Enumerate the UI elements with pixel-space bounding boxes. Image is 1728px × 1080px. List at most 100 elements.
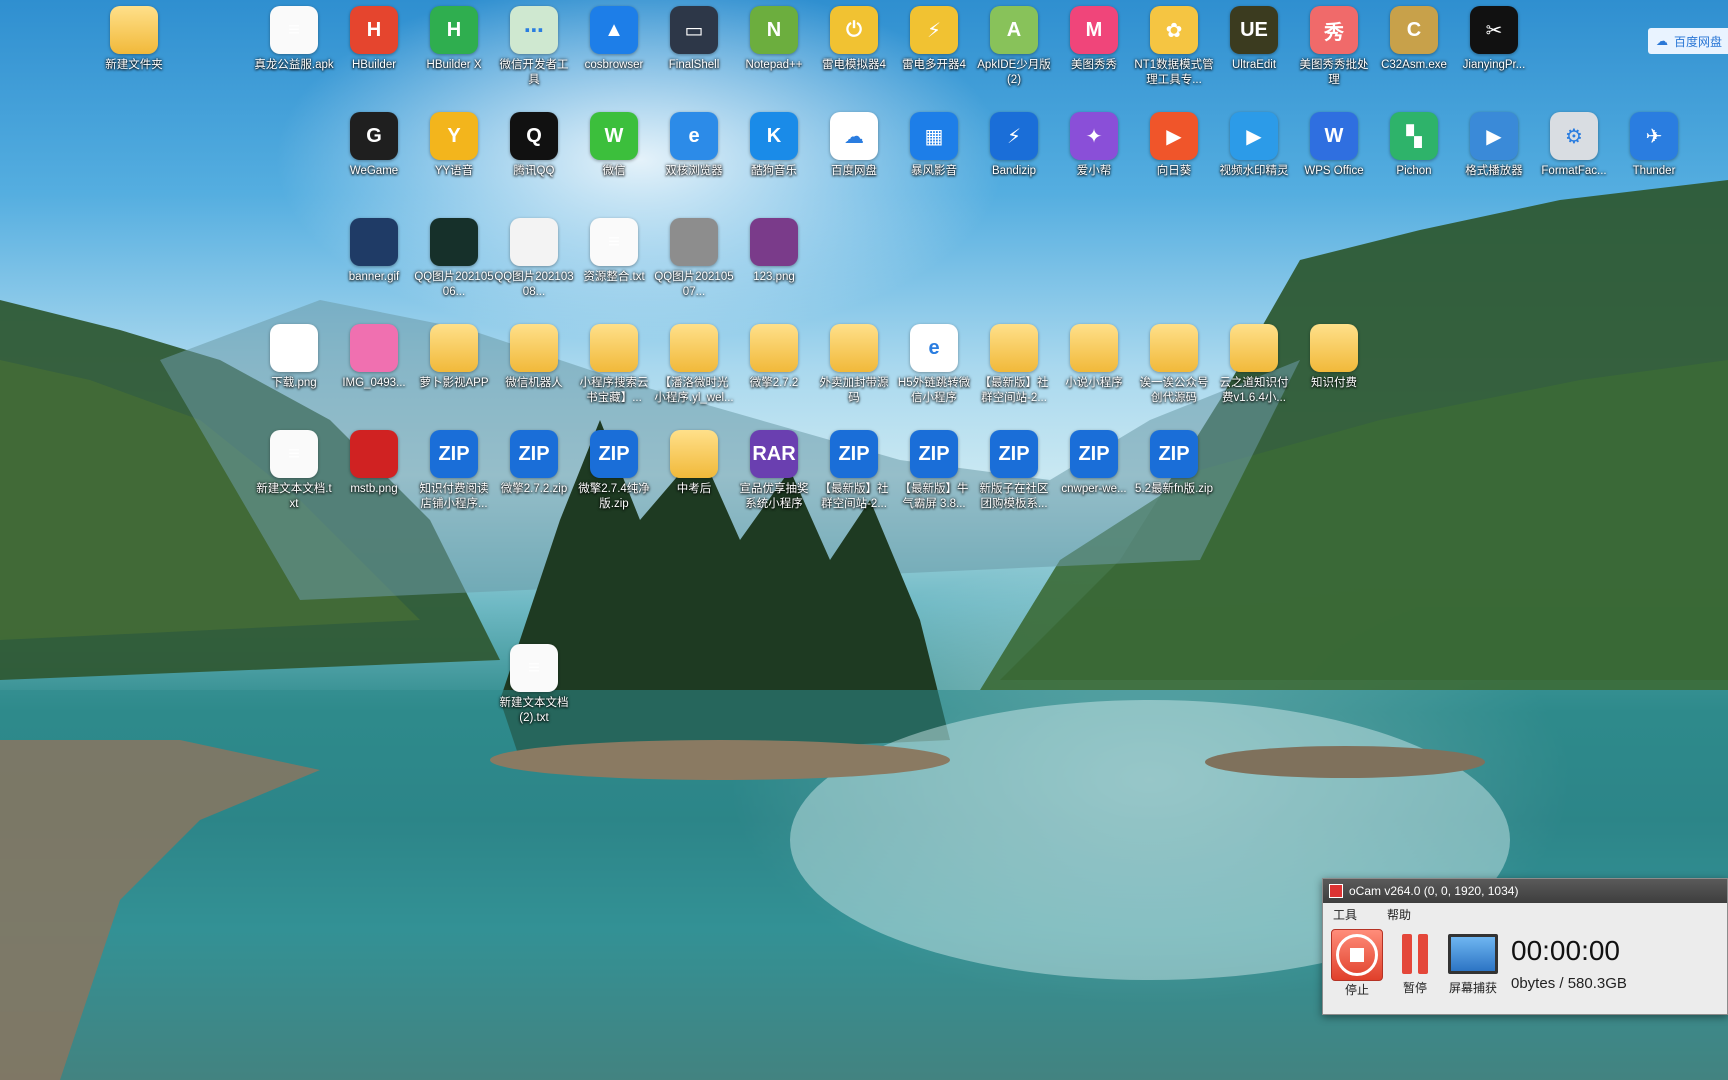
desktop-icon[interactable]: H HBuilder X [414,6,494,73]
desktop-icon[interactable]: K 酷狗音乐 [734,112,814,179]
desktop-icon[interactable]: ▲ cosbrowser [574,6,654,73]
screen-capture-button[interactable]: 屏幕捕获 [1445,929,1501,996]
desktop-icon[interactable]: ▦ 暴风影音 [894,112,974,179]
desktop-icon[interactable]: 下载.png [254,324,334,391]
desktop-icon[interactable]: 微擎2.7.2 [734,324,814,391]
desktop-icon[interactable]: e H5外链跳转微信小程序 [894,324,974,406]
desktop-icon[interactable]: ZIP 新版子在社区团购模板系... [974,430,1054,512]
desktop-icon[interactable]: UE UltraEdit [1214,6,1294,73]
desktop-icon[interactable]: ▶ 格式播放器 [1454,112,1534,179]
desktop-icon[interactable]: 【潘洛微时光小程序.yl_wel... [654,324,734,406]
desktop-icon-label: 资源整合.txt [583,271,645,283]
desktop-icon[interactable]: ⏻ 雷电模拟器4 [814,6,894,73]
desktop-icon[interactable]: 外卖加封带源码 [814,324,894,406]
desktop-icon[interactable]: ≡ 新建文本文档.txt [254,430,334,512]
screen-capture-label: 屏幕捕获 [1448,981,1497,995]
desktop-icon[interactable]: G WeGame [334,112,414,179]
desktop-icon[interactable]: 秀美图秀秀批处理 [1294,6,1374,88]
desktop-icon[interactable]: N Notepad++ [734,6,814,73]
desktop-icon[interactable]: ZIP 【最新版】牛气霸屏 3.8... [894,430,974,512]
folder-icon [990,324,1038,372]
desktop-icon[interactable]: 中考后 [654,430,734,497]
desktop-icon-label: 爱小帮 [1076,165,1112,177]
desktop-icon[interactable]: Q 腾讯QQ [494,112,574,179]
desktop-icon[interactable]: A ApkIDE少月版 (2) [974,6,1054,88]
folder-icon [510,324,558,372]
desktop-icon-label: banner.gif [348,271,400,283]
desktop-icon[interactable]: RAR 宣品优享抽奖系统小程序 [734,430,814,512]
desktop-icon[interactable]: ZIP 【最新版】社群空间站-2... [814,430,894,512]
desktop-icon[interactable]: 【最新版】社群空间站-2... [974,324,1054,406]
desktop-icon-label: 新建文本文档.txt [256,483,332,510]
wegame-icon: G [350,112,398,160]
desktop-icon-label: ApkIDE少月版 (2) [977,59,1051,86]
desktop-icon-label: 萝卜影视APP [419,377,489,389]
desktop-icon[interactable]: 诶一诶公众号创代源码 [1134,324,1214,406]
desktop-icon[interactable]: 小说小程序 [1054,324,1134,391]
image-file-icon [350,430,398,478]
zip-file-icon: ZIP [430,430,478,478]
desktop-icon[interactable]: QQ图片20210507... [654,218,734,300]
desktop-icon[interactable]: ⚡ 雷电多开器4 [894,6,974,73]
desktop-icon[interactable]: banner.gif [334,218,414,285]
ocam-titlebar[interactable]: oCam v264.0 (0, 0, 1920, 1034) [1323,879,1727,903]
desktop-icon[interactable]: 微信机器人 [494,324,574,391]
desktop-icon[interactable]: ZIP 微擎2.7.2.zip [494,430,574,497]
desktop-icon[interactable]: ✿ NT1数据模式管理工具专... [1134,6,1214,88]
sunlogin-icon: ▶ [1150,112,1198,160]
desktop-icon[interactable]: ☁ 百度网盘 [814,112,894,179]
stop-button[interactable]: 停止 [1329,929,1385,998]
desktop-icon[interactable]: 云之道知识付费v1.6.4小... [1214,324,1294,406]
desktop-icon[interactable]: W WPS Office [1294,112,1374,179]
desktop-icon[interactable]: e 双核浏览器 [654,112,734,179]
desktop-icon[interactable]: ▚ Pichon [1374,112,1454,179]
desktop-icon[interactable]: ≡ 资源整合.txt [574,218,654,285]
ultraedit-icon: UE [1230,6,1278,54]
desktop-icon[interactable]: 123.png [734,218,814,285]
desktop-icon-label: QQ图片20210308... [494,271,574,298]
desktop-icon[interactable]: 萝卜影视APP [414,324,494,391]
desktop-icon[interactable]: ZIP 微擎2.7.4纯净版.zip [574,430,654,512]
desktop-icon-label: 真龙公益服.apk [254,59,334,71]
desktop-icon[interactable]: 新建文件夹 [94,6,174,73]
ocam-window[interactable]: oCam v264.0 (0, 0, 1920, 1034) 工具 帮助 停止 … [1322,878,1728,1015]
desktop-icon[interactable]: ✈ Thunder [1614,112,1694,179]
desktop-icon-label: 【最新版】社群空间站-2... [979,377,1049,404]
desktop-icon[interactable]: ▶ 视频水印精灵 [1214,112,1294,179]
desktop-icon[interactable]: ZIP 5.2最新fn版.zip [1134,430,1214,497]
desktop-icon[interactable]: ZIP cnwper-we... [1054,430,1134,497]
desktop-icon[interactable]: IMG_0493... [334,324,414,391]
ldplayer-icon: ⏻ [830,6,878,54]
desktop-icon[interactable]: H HBuilder [334,6,414,73]
desktop-icon[interactable]: 知识付费 [1294,324,1374,391]
pause-button[interactable]: 暂停 [1387,929,1443,996]
desktop-icon[interactable]: M 美图秀秀 [1054,6,1134,73]
desktop-icon[interactable]: ≡ 新建文本文档 (2).txt [494,644,574,726]
desktop-icon[interactable]: W 微信 [574,112,654,179]
menu-tools[interactable]: 工具 [1333,906,1357,923]
desktop-icon[interactable]: QQ图片20210308... [494,218,574,300]
menu-help[interactable]: 帮助 [1387,906,1411,923]
desktop-icon-label: 新建文件夹 [105,59,163,71]
desktop-icon[interactable]: ⋯ 微信开发者工具 [494,6,574,88]
zip-file-icon: ZIP [830,430,878,478]
desktop-icon[interactable]: C C32Asm.exe [1374,6,1454,73]
desktop-icon-label: 5.2最新fn版.zip [1135,483,1213,495]
image-file-icon [350,324,398,372]
desktop-icon[interactable]: QQ图片20210506... [414,218,494,300]
baidu-netdisk-widget[interactable]: ☁ 百度网盘 [1648,28,1728,54]
desktop-icon[interactable]: ✦ 爱小帮 [1054,112,1134,179]
desktop-icon[interactable]: mstb.png [334,430,414,497]
desktop-icon[interactable]: ▭ FinalShell [654,6,734,73]
desktop-icon[interactable]: ZIP 知识付费阅读店铺小程序... [414,430,494,512]
desktop-icon[interactable]: ▶ 向日葵 [1134,112,1214,179]
desktop-icon[interactable]: ⚙ FormatFac... [1534,112,1614,179]
desktop-icon[interactable]: ⚡ Bandizip [974,112,1054,179]
desktop-icon-label: H5外链跳转微信小程序 [897,377,971,404]
desktop-icon[interactable]: Y YY语音 [414,112,494,179]
desktop-icon-label: Pichon [1396,165,1432,177]
monitor-icon [1448,929,1498,979]
desktop-icon[interactable]: ≡ 真龙公益服.apk [254,6,334,73]
desktop-icon[interactable]: ✂ JianyingPr... [1454,6,1534,73]
desktop-icon[interactable]: 小程序搜索云书宝藏】... [574,324,654,406]
